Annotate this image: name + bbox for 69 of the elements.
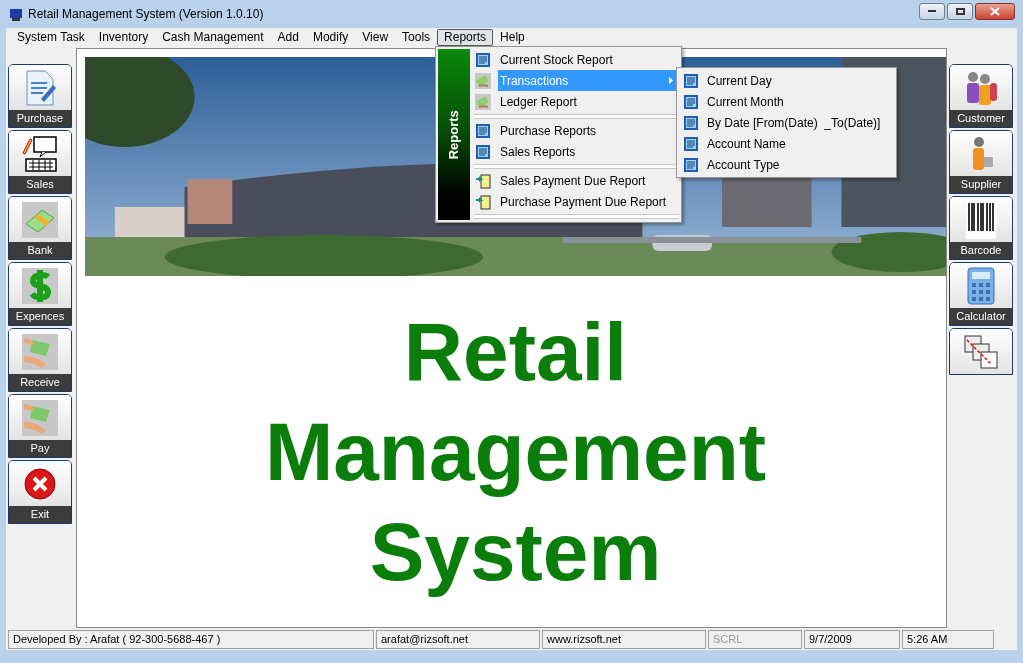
menu-item[interactable]: Cash Management	[155, 28, 271, 46]
menu-title: Reports	[445, 109, 463, 160]
menu-item[interactable]: Modify	[305, 28, 356, 46]
money-stack-icon	[22, 201, 58, 238]
dollar-icon	[22, 267, 58, 304]
menu-option[interactable]: Sales Payment Due Report	[474, 170, 679, 191]
status-panel: www.rizsoft.net	[542, 630, 706, 649]
close-button[interactable]	[975, 2, 1015, 20]
barcode-icon	[966, 200, 996, 239]
status-panel: Developed By : Arafat ( 92-300-5688-467 )	[8, 630, 374, 649]
menu-option[interactable]: Purchase Payment Due Report	[474, 191, 679, 212]
menu-item[interactable]: Inventory	[91, 28, 156, 46]
report-icon	[475, 143, 491, 160]
status-panel: 9/7/2009	[804, 630, 900, 649]
document-arrow-icon	[475, 172, 491, 189]
menu-item[interactable]: View	[355, 28, 396, 46]
toolbar-button[interactable]: Exit	[8, 460, 72, 524]
headline: Retail Management System	[263, 304, 768, 599]
document-pen-icon	[23, 68, 57, 107]
report-icon	[683, 135, 699, 152]
menu-option[interactable]: Account Name	[677, 133, 896, 154]
menu-option[interactable]: Purchase Reports	[474, 120, 679, 141]
status-panel: arafat@rizsoft.net	[376, 630, 540, 649]
menu-option[interactable]: Current Stock Report	[474, 49, 679, 70]
menu-item[interactable]: Help	[493, 28, 532, 46]
menu-item[interactable]: Add	[270, 28, 306, 46]
keyboard-speech-icon	[20, 134, 60, 173]
toolbar-button[interactable]	[949, 328, 1013, 375]
floppy-disks-icon	[963, 333, 999, 370]
minimize-button[interactable]	[919, 2, 945, 20]
toolbar-button[interactable]: Customer	[949, 64, 1013, 128]
close-icon	[990, 6, 1000, 16]
toolbar-button[interactable]: Calculator	[949, 262, 1013, 326]
menu-item[interactable]: System Task	[10, 28, 92, 46]
menu-option[interactable]: Current Day	[677, 70, 896, 91]
toolbar-button[interactable]: Barcode	[949, 196, 1013, 260]
menu-item[interactable]: Reports	[437, 28, 494, 46]
money-icon	[475, 72, 491, 89]
status-panel: SCRL	[708, 630, 802, 649]
menu-option[interactable]: Current Month	[677, 91, 896, 112]
toolbar-button[interactable]: Receive	[8, 328, 72, 392]
window-title: Retail Management System (Version 1.0.10)	[28, 6, 264, 23]
app-icon	[8, 6, 24, 22]
toolbar-button[interactable]: Expences	[8, 262, 72, 326]
menu-option[interactable]: Account Type	[677, 154, 896, 175]
money-icon	[475, 93, 491, 110]
document-arrow-icon	[475, 193, 491, 210]
menu-item[interactable]: Tools	[395, 28, 438, 46]
toolbar-button[interactable]: Sales	[8, 130, 72, 194]
menu-option[interactable]: Ledger Report	[474, 91, 679, 112]
maximize-button[interactable]	[947, 2, 973, 20]
hands-money-icon	[22, 399, 58, 436]
report-icon	[683, 72, 699, 89]
submenu-arrow-icon	[669, 77, 673, 84]
report-icon	[475, 51, 491, 68]
report-icon	[683, 93, 699, 110]
menu-option[interactable]: Sales Reports	[474, 141, 679, 162]
report-icon	[683, 114, 699, 131]
toolbar-button[interactable]: Pay	[8, 394, 72, 458]
status-panel: 5:26 AM	[902, 630, 994, 649]
toolbar-button[interactable]: Bank	[8, 196, 72, 260]
report-icon	[475, 122, 491, 139]
report-icon	[683, 156, 699, 173]
close-icon	[23, 466, 57, 501]
toolbar-button[interactable]: Supplier	[949, 130, 1013, 194]
menu-option[interactable]: By Date [From(Date) _To(Date)]	[677, 112, 896, 133]
calculator-icon	[966, 266, 996, 305]
toolbar-button[interactable]: Purchase	[8, 64, 72, 128]
hands-money-icon	[22, 333, 58, 370]
